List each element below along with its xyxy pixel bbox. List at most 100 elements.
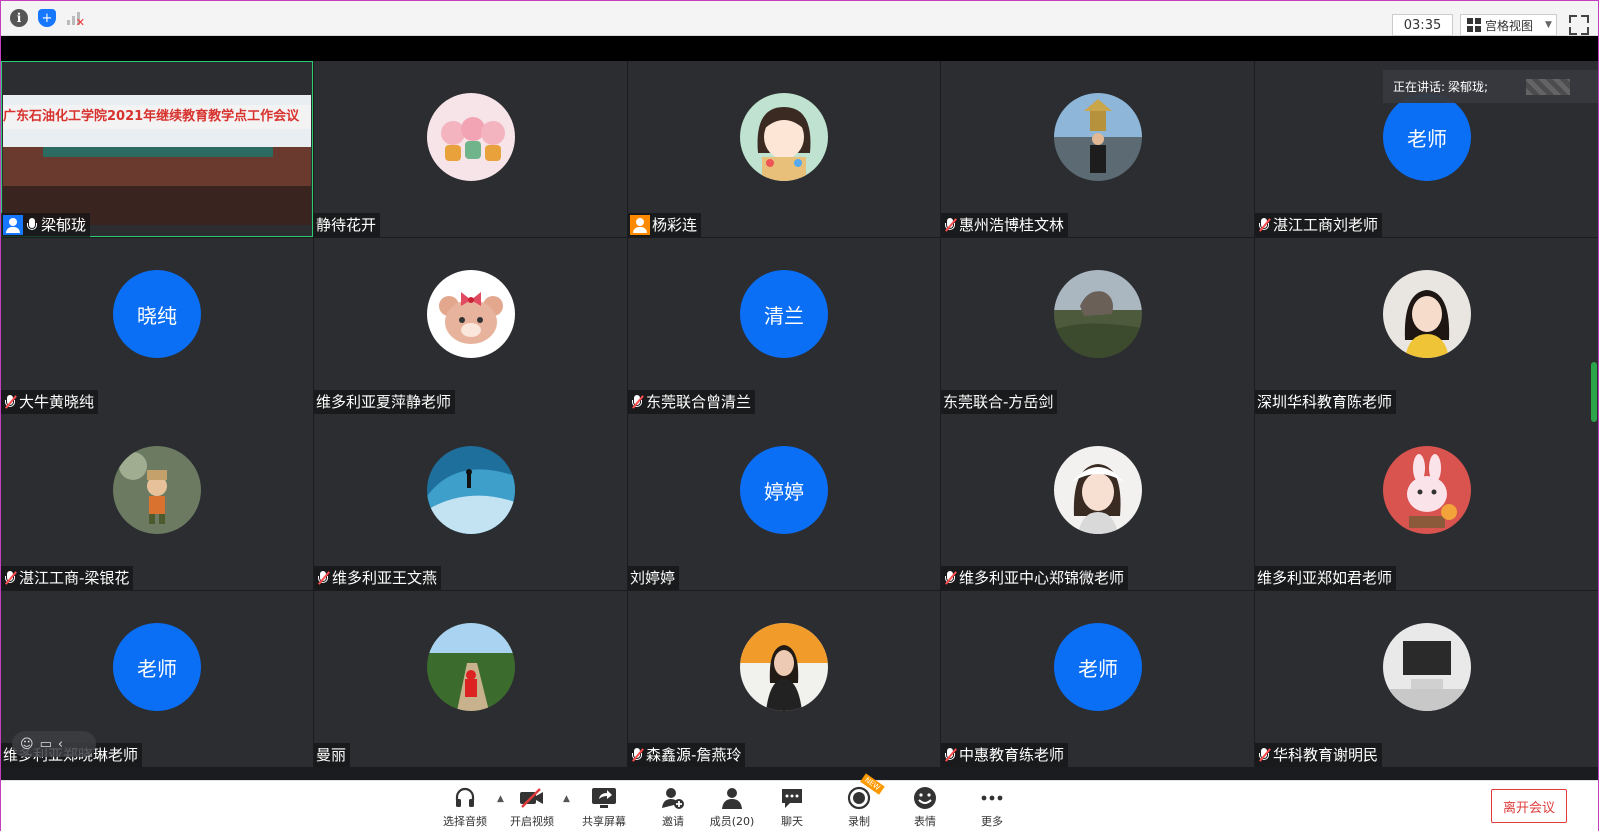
emoji-icon[interactable]: ☺: [20, 737, 34, 752]
invite-label: 邀请: [662, 815, 684, 828]
mic-muted-icon: [630, 746, 644, 764]
participant-name: 惠州浩博桂文林: [959, 216, 1065, 234]
bottom-toolbar: 选择音频 ▲ 开启视频 ▲ 共享屏幕 邀请 成员(20) 聊天 NEW 录制 表…: [1, 773, 1598, 831]
top-bar: i + ✕ 03:35 宫格视图 ▼: [1, 1, 1598, 36]
speaking-indicator: 正在讲话: 梁郁珑;: [1383, 70, 1598, 103]
participant-tile[interactable]: 杨彩连: [628, 61, 940, 237]
members-button[interactable]: 成员(20): [702, 785, 762, 829]
mic-muted-icon: [943, 746, 957, 764]
add-user-icon: [660, 785, 686, 811]
participant-name-tag: 森鑫源-詹燕玲: [628, 743, 746, 767]
mic-muted-icon: [3, 393, 17, 411]
participant-name: 梁郁珑: [41, 216, 87, 234]
avatar-photo: [113, 446, 201, 534]
participant-tile[interactable]: 老师中惠教育练老师: [941, 591, 1254, 767]
video-desk: [43, 147, 273, 157]
more-dots-icon: [979, 785, 1005, 811]
participant-tile[interactable]: 晓纯大牛黄晓纯: [1, 238, 313, 414]
participant-tile[interactable]: 广东石油化工学院2021年继续教育教学点工作会议 梁郁珑: [1, 61, 313, 237]
avatar-initials: 晓纯: [113, 270, 201, 358]
avatar-photo: [1383, 446, 1471, 534]
participant-name: 中惠教育练老师: [959, 746, 1065, 764]
participant-tile[interactable]: 曼丽: [314, 591, 627, 767]
avatar-initials: 清兰: [740, 270, 828, 358]
info-icon[interactable]: i: [10, 9, 28, 27]
share-screen-button[interactable]: 共享屏幕: [574, 785, 634, 829]
more-button[interactable]: 更多: [962, 785, 1022, 829]
reaction-button[interactable]: 表情: [895, 785, 955, 829]
participant-name-tag: 曼丽: [314, 743, 351, 767]
participant-name-tag: 湛江工商-梁银花: [1, 566, 134, 590]
participant-name-tag: 大牛黄晓纯: [1, 390, 99, 414]
members-icon: [719, 785, 745, 811]
participant-name: 静待花开: [316, 216, 377, 234]
members-label: 成员(20): [709, 815, 755, 828]
fullscreen-icon[interactable]: [1569, 15, 1589, 35]
smiley-icon: [912, 785, 938, 811]
reaction-label: 表情: [914, 815, 936, 828]
avatar-photo: [427, 623, 515, 711]
audio-button[interactable]: 选择音频: [435, 785, 495, 829]
participant-name-tag: 湛江工商刘老师: [1255, 213, 1383, 237]
participant-tile[interactable]: 维多利亚夏萍静老师: [314, 238, 627, 414]
leave-meeting-button[interactable]: 离开会议: [1491, 789, 1567, 823]
participant-tile[interactable]: 华科教育谢明民: [1255, 591, 1598, 767]
view-mode-dropdown[interactable]: 宫格视图 ▼: [1460, 14, 1557, 36]
participant-name: 刘婷婷: [630, 569, 676, 587]
video-header-strip: [1, 36, 1598, 61]
video-button[interactable]: 开启视频: [502, 785, 562, 829]
participant-tile[interactable]: 东莞联合-方岳剑: [941, 238, 1254, 414]
participant-tile[interactable]: 维多利亚中心郑锦微老师: [941, 414, 1254, 590]
participant-tile[interactable]: 惠州浩博桂文林: [941, 61, 1254, 237]
participant-tile[interactable]: 维多利亚王文燕: [314, 414, 627, 590]
participant-name: 曼丽: [316, 746, 347, 764]
mic-icon: [25, 216, 39, 234]
invite-button[interactable]: 邀请: [643, 785, 703, 829]
participant-tile[interactable]: 湛江工商-梁银花: [1, 414, 313, 590]
participant-name: 湛江工商-梁银花: [19, 569, 130, 587]
mic-muted-icon: [3, 569, 17, 587]
video-feed: 广东石油化工学院2021年继续教育教学点工作会议: [3, 95, 311, 225]
participant-name: 维多利亚郑如君老师: [1257, 569, 1393, 587]
participant-tile[interactable]: 婷婷刘婷婷: [628, 414, 940, 590]
participant-name-tag: 维多利亚夏萍静老师: [314, 390, 456, 414]
mic-muted-icon: [1257, 216, 1271, 234]
participant-tile[interactable]: 维多利亚郑如君老师: [1255, 414, 1598, 590]
participant-tile[interactable]: 静待花开: [314, 61, 627, 237]
mic-muted-icon: [1257, 746, 1271, 764]
grid-scrollbar[interactable]: [1591, 362, 1597, 422]
collapse-left-icon[interactable]: ‹: [58, 737, 63, 752]
chat-button[interactable]: 聊天: [762, 785, 822, 829]
meeting-timer: 03:35: [1392, 14, 1453, 36]
share-screen-label: 共享屏幕: [582, 815, 626, 828]
participant-tile[interactable]: 清兰 东莞联合曾清兰: [628, 238, 940, 414]
avatar-photo: [1383, 270, 1471, 358]
avatar-initials: 婷婷: [740, 446, 828, 534]
avatar-photo: [1054, 446, 1142, 534]
headphones-icon: [452, 785, 478, 811]
participant-name: 维多利亚王文燕: [332, 569, 438, 587]
video-options-icon[interactable]: ▲: [563, 794, 570, 804]
security-shield-icon[interactable]: +: [38, 9, 56, 27]
participant-grid: 广东石油化工学院2021年继续教育教学点工作会议 梁郁珑 静待花开 杨彩连 惠州浩博桂文…: [1, 61, 1598, 780]
chat-bubble-icon[interactable]: ▭: [40, 737, 52, 752]
speaking-prefix: 正在讲话:: [1393, 80, 1446, 94]
participant-name-tag: 静待花开: [314, 213, 381, 237]
avatar-photo: [1054, 93, 1142, 181]
participant-tile[interactable]: 森鑫源-詹燕玲: [628, 591, 940, 767]
participant-tile[interactable]: 深圳华科教育陈老师: [1255, 238, 1598, 414]
participant-name-tag: 梁郁珑: [1, 213, 91, 237]
video-label: 开启视频: [510, 815, 554, 828]
user-role-icon: [630, 215, 650, 235]
avatar-initials: 老师: [1054, 623, 1142, 711]
speaking-waveform: [1526, 79, 1570, 95]
network-status-icon[interactable]: ✕: [65, 9, 85, 29]
mic-muted-icon: [630, 393, 644, 411]
participant-name-tag: 惠州浩博桂文林: [941, 213, 1069, 237]
participant-name-tag: 刘婷婷: [628, 566, 680, 590]
avatar-photo: [427, 270, 515, 358]
avatar-photo: [1054, 270, 1142, 358]
record-button[interactable]: NEW 录制: [829, 773, 889, 829]
floating-mini-toolbar: ☺ ▭ ‹: [12, 731, 96, 757]
share-screen-icon: [591, 785, 617, 811]
